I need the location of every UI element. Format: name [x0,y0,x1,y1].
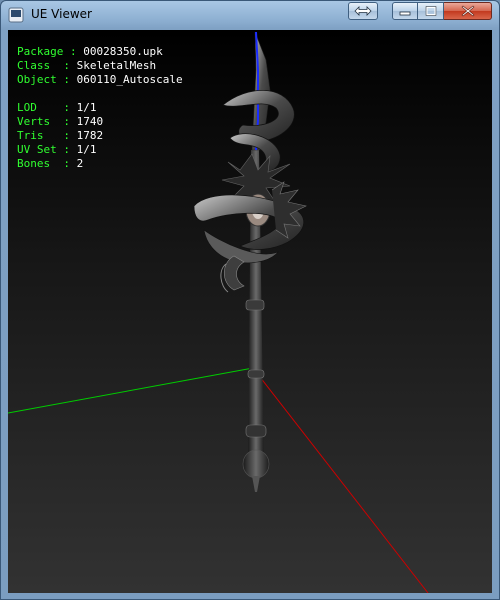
info-value: 2 [76,157,84,170]
info-row-class: Class : SkeletalMesh [17,59,157,72]
info-label: Object [17,73,64,86]
info-value: 060110_Autoscale [76,73,183,86]
info-row-uvset: UV Set : 1/1 [17,143,97,156]
info-row-verts: Verts : 1740 [17,115,104,128]
info-value: SkeletalMesh [76,59,157,72]
swap-arrows-icon [354,6,372,16]
info-value: 00028350.upk [83,45,163,58]
maximize-icon [425,6,436,16]
info-label: Bones [17,157,64,170]
info-label: Class [17,59,64,72]
3d-viewport[interactable]: Package : 00028350.upk Class : SkeletalM… [8,30,492,593]
close-button[interactable] [444,2,492,20]
info-row-tris: Tris : 1782 [17,129,104,142]
info-value: 1/1 [76,143,97,156]
info-value: 1740 [76,115,104,128]
minimize-button[interactable] [392,2,418,20]
ue-viewer-window: UE Viewer Package: 00028350.upk Class:… [0,0,500,600]
restore-button[interactable] [348,2,378,20]
info-row-lod: LOD : 1/1 [17,101,97,114]
app-icon [8,7,24,23]
title-bar[interactable]: UE Viewer [1,1,499,29]
info-label: LOD [17,101,64,114]
minimize-icon [399,11,411,16]
skeletal-mesh-model [193,31,307,492]
info-row-bones: Bones : 2 [17,157,84,170]
window-title: UE Viewer [31,7,92,21]
info-row-object: Object : 060110_Autoscale [17,73,183,86]
info-label: UV Set [17,143,64,156]
axis-y-line [8,367,254,414]
info-value: 1782 [76,129,104,142]
info-row-package: Package : 00028350.upk [17,45,163,58]
info-label: Package [17,45,64,58]
close-icon [461,5,474,17]
info-label: Verts [17,115,64,128]
info-label: Tris [17,129,64,142]
maximize-button[interactable] [418,2,444,20]
axis-x-line [252,367,429,593]
info-value: 1/1 [76,101,97,114]
